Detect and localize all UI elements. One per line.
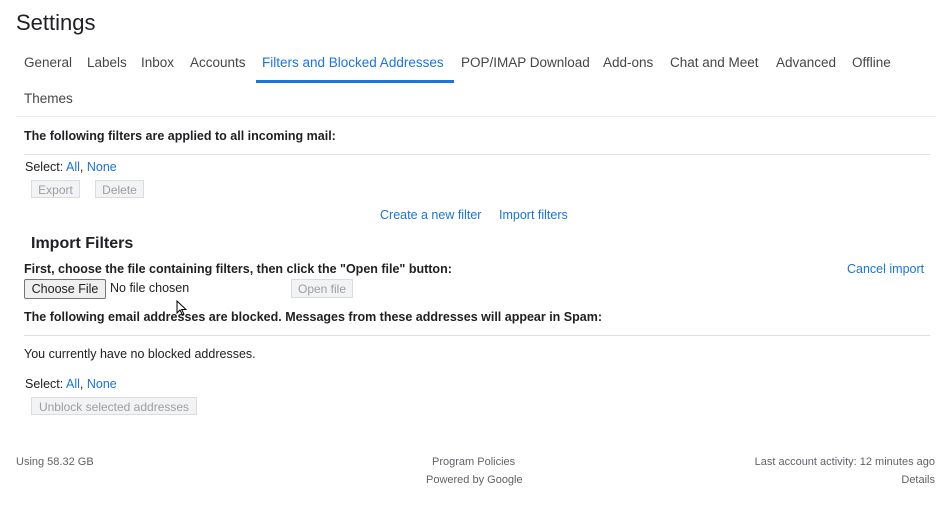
no-file-chosen-text: No file chosen [110, 281, 190, 295]
filters-heading: The following filters are applied to all… [24, 129, 336, 143]
open-file-button[interactable]: Open file [291, 279, 353, 298]
last-activity: Last account activity: 12 minutes ago [754, 456, 935, 468]
delete-button[interactable]: Delete [95, 180, 144, 198]
tab-filters-and-blocked-addresses[interactable]: Filters and Blocked Addresses [262, 55, 444, 70]
no-blocked-text: You currently have no blocked addresses. [24, 347, 256, 361]
tab-accounts[interactable]: Accounts [190, 55, 246, 70]
powered-by-google: Powered by Google [426, 474, 523, 486]
active-tab-indicator [256, 80, 454, 83]
divider [24, 335, 930, 336]
blocked-select-row: Select: All, None [25, 377, 117, 391]
select-label: Select: [25, 160, 64, 174]
mouse-cursor-icon [176, 300, 188, 316]
import-instruction: First, choose the file containing filter… [24, 262, 452, 276]
export-button[interactable]: Export [31, 180, 80, 198]
settings-tabs: General Labels Inbox Accounts Filters an… [16, 44, 936, 117]
details-link[interactable]: Details [901, 474, 935, 486]
create-filter-link[interactable]: Create a new filter [380, 208, 481, 222]
tab-chat-and-meet[interactable]: Chat and Meet [670, 55, 759, 70]
tab-general[interactable]: General [24, 55, 72, 70]
tab-add-ons[interactable]: Add-ons [603, 55, 653, 70]
filters-select-row: Select: All, None [25, 160, 117, 174]
import-filters-link[interactable]: Import filters [499, 208, 568, 222]
divider [24, 154, 930, 155]
import-heading: Import Filters [31, 235, 134, 252]
tab-offline[interactable]: Offline [852, 55, 891, 70]
select-label: Select: [25, 377, 64, 391]
blocked-heading: The following email addresses are blocke… [24, 310, 602, 324]
tab-inbox[interactable]: Inbox [141, 55, 174, 70]
unblock-button[interactable]: Unblock selected addresses [31, 397, 197, 415]
page-title: Settings [16, 10, 96, 35]
program-policies-link[interactable]: Program Policies [432, 456, 515, 468]
cancel-import-link[interactable]: Cancel import [847, 262, 924, 276]
tab-labels[interactable]: Labels [87, 55, 127, 70]
tab-pop-imap-download[interactable]: POP/IMAP Download [461, 55, 590, 70]
tab-themes[interactable]: Themes [24, 91, 73, 106]
select-all-link[interactable]: All [66, 377, 80, 391]
tab-advanced[interactable]: Advanced [776, 55, 836, 70]
select-all-link[interactable]: All [66, 160, 80, 174]
select-none-link[interactable]: None [87, 160, 117, 174]
storage-usage: Using 58.32 GB [16, 456, 94, 468]
select-none-link[interactable]: None [87, 377, 117, 391]
choose-file-button[interactable]: Choose File [24, 279, 106, 299]
